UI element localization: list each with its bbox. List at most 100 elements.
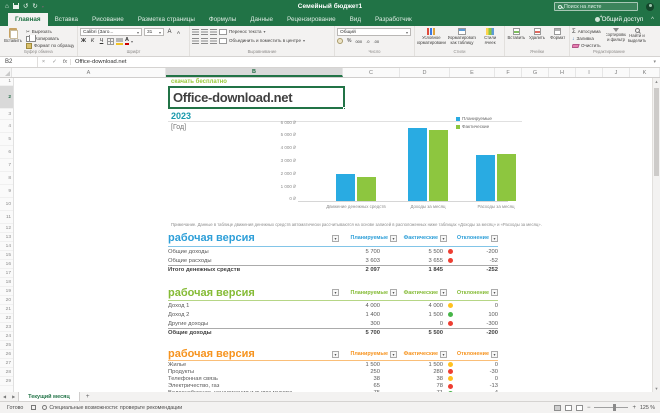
search-box[interactable]: Поиск на листе <box>554 2 638 11</box>
font-color-button[interactable]: А <box>125 37 129 45</box>
row-number[interactable]: 28 <box>0 368 13 377</box>
filter-button[interactable]: ▾ <box>332 350 339 358</box>
underline-button[interactable]: Ч <box>98 38 105 44</box>
zoom-slider-thumb[interactable] <box>613 404 617 411</box>
column-header[interactable]: A <box>12 68 166 77</box>
currency-format-icon[interactable] <box>337 38 343 44</box>
row-number[interactable]: 5 <box>0 133 13 146</box>
column-header[interactable]: I <box>576 68 603 77</box>
column-header[interactable]: B <box>166 68 343 77</box>
font-size-select[interactable]: 31 ▾ <box>144 28 164 36</box>
ribbon-collapse-icon[interactable]: ^ <box>647 13 660 26</box>
align-left-icon[interactable] <box>192 37 199 44</box>
shrink-font-button[interactable]: А <box>175 30 182 35</box>
italic-button[interactable]: К <box>89 38 96 44</box>
zoom-in-button[interactable]: + <box>632 405 636 411</box>
cell-styles-button[interactable]: Стили ячеек <box>478 28 502 45</box>
merge-center-button[interactable]: Объединить и поместить в центре ▾ <box>219 37 305 44</box>
column-header[interactable]: E <box>450 68 495 77</box>
table-row[interactable]: Водоснабжение, канализация и вывоз мусор… <box>168 390 498 392</box>
filter-button[interactable]: ▾ <box>440 289 447 296</box>
table-row[interactable]: Другие доходы 300 0 -300 <box>168 319 498 328</box>
table-row[interactable]: Продукты 250 280 -30 <box>168 368 498 375</box>
wrap-text-button[interactable]: Перенос текста ▾ <box>219 28 266 35</box>
row-number[interactable]: 10 <box>0 198 13 211</box>
sheet-nav-left-icon[interactable]: ◀ <box>0 392 9 401</box>
zoom-slider[interactable] <box>594 404 629 411</box>
selected-cell-b2[interactable]: Office-download.net <box>168 86 346 110</box>
row-number[interactable]: 20 <box>0 296 13 305</box>
bold-button[interactable]: Ж <box>80 38 87 44</box>
row-number[interactable]: 29 <box>0 377 13 386</box>
column-header[interactable]: F <box>495 68 522 77</box>
formula-input[interactable]: Office-download.net <box>71 59 653 65</box>
clear-button[interactable]: Очистить <box>572 42 604 49</box>
add-sheet-button[interactable]: + <box>80 392 96 401</box>
sort-filter-button[interactable]: Сортировка и фильтр <box>606 28 626 42</box>
table-row[interactable]: Доход 1 4 000 4 000 0 <box>168 301 498 310</box>
insert-cells-button[interactable]: Вставить <box>507 28 526 41</box>
row-number[interactable]: 4 <box>0 120 13 133</box>
paste-button[interactable]: Вставить <box>2 28 24 44</box>
ribbon-tab[interactable]: Разработчик <box>368 13 419 26</box>
redo-icon[interactable]: ↻ <box>32 3 37 10</box>
row-number[interactable]: 3 <box>0 109 13 120</box>
font-name-select[interactable]: Calibri (Заго... ▾ <box>80 28 142 36</box>
filter-button[interactable]: ▾ <box>440 234 447 242</box>
table-row[interactable]: Доход 2 1 400 1 500 100 <box>168 310 498 319</box>
decrease-decimal-icon[interactable]: .00 <box>373 39 379 44</box>
undo-icon[interactable]: ↺ <box>23 3 28 10</box>
zoom-out-button[interactable]: − <box>587 405 591 411</box>
ribbon-tab[interactable]: Рецензирование <box>280 13 343 26</box>
filter-button[interactable]: ▾ <box>491 350 498 358</box>
sheet-tab-current-month[interactable]: Текущий месяц <box>18 392 80 401</box>
format-painter-button[interactable]: Формат по образцу <box>26 42 74 49</box>
ribbon-tab[interactable]: Рисование <box>85 13 131 26</box>
scrollbar-thumb[interactable] <box>654 88 659 176</box>
formula-bar-expand-icon[interactable]: ▾ <box>653 59 660 65</box>
zoom-level[interactable]: 125 % <box>640 405 655 411</box>
ribbon-tab[interactable]: Формулы <box>202 13 243 26</box>
share-button[interactable]: Общий доступ <box>594 13 648 26</box>
row-number[interactable]: 23 <box>0 323 13 332</box>
row-number[interactable]: 11 <box>0 211 13 224</box>
select-all-corner[interactable] <box>0 68 12 77</box>
row-number[interactable]: 25 <box>0 341 13 350</box>
year-subtitle[interactable]: [Год] <box>171 124 186 131</box>
row-number[interactable]: 16 <box>0 260 13 269</box>
page-break-view-icon[interactable] <box>575 404 583 411</box>
copy-button[interactable]: Копировать <box>26 35 74 42</box>
table-row[interactable]: Общие доходы 5 700 5 500 -200 <box>168 328 498 337</box>
table-row[interactable]: Телефонная связь 38 38 0 <box>168 375 498 382</box>
row-number[interactable]: 21 <box>0 305 13 314</box>
budget-chart[interactable]: 6 000 ₽ 5 000 ₽ 4 000 ₽ 3 000 ₽ 2 000 ₽ 1 000… <box>266 114 522 216</box>
table-row[interactable]: Общие доходы 5 700 5 500 -200 <box>168 247 498 256</box>
normal-view-icon[interactable] <box>553 404 561 411</box>
home-icon[interactable]: ⌂ <box>5 3 9 10</box>
filter-button[interactable]: ▾ <box>440 350 447 358</box>
row-number[interactable]: 1 <box>0 78 13 86</box>
filter-button[interactable]: ▾ <box>390 350 397 358</box>
account-avatar[interactable] <box>646 2 654 11</box>
insert-function-button[interactable]: fx <box>60 59 71 65</box>
row-number[interactable]: 8 <box>0 172 13 185</box>
save-icon[interactable] <box>12 2 19 11</box>
cancel-button[interactable]: × <box>38 59 49 65</box>
delete-cells-button[interactable]: Удалить <box>528 28 547 41</box>
row-number[interactable]: 26 <box>0 350 13 359</box>
year-heading[interactable]: 2023 <box>171 111 191 121</box>
column-header[interactable]: G <box>522 68 549 77</box>
fill-button[interactable]: ↓ Заливка <box>572 35 604 42</box>
worksheet[interactable]: 1 2 3 4 5 6 7 8 9 10 11 12 13 14 15 16 17 18 19 20 21 22 23 24 2… <box>0 78 660 392</box>
name-box[interactable]: B2 <box>0 57 38 67</box>
align-bottom-icon[interactable] <box>210 28 217 35</box>
borders-button[interactable] <box>107 37 114 45</box>
table-row[interactable]: Электричество, газ 65 78 -13 <box>168 383 498 390</box>
chevron-down-icon[interactable]: ▾ <box>131 39 133 44</box>
filter-button[interactable]: ▾ <box>491 289 498 296</box>
filter-button[interactable]: ▾ <box>390 234 397 242</box>
accessibility-text[interactable]: Специальные возможности: проверьте реком… <box>49 405 182 411</box>
table-row[interactable]: Жилье 1 500 1 500 0 <box>168 361 498 368</box>
ribbon-tab[interactable]: Вставка <box>48 13 85 26</box>
filter-button[interactable]: ▾ <box>491 234 498 242</box>
